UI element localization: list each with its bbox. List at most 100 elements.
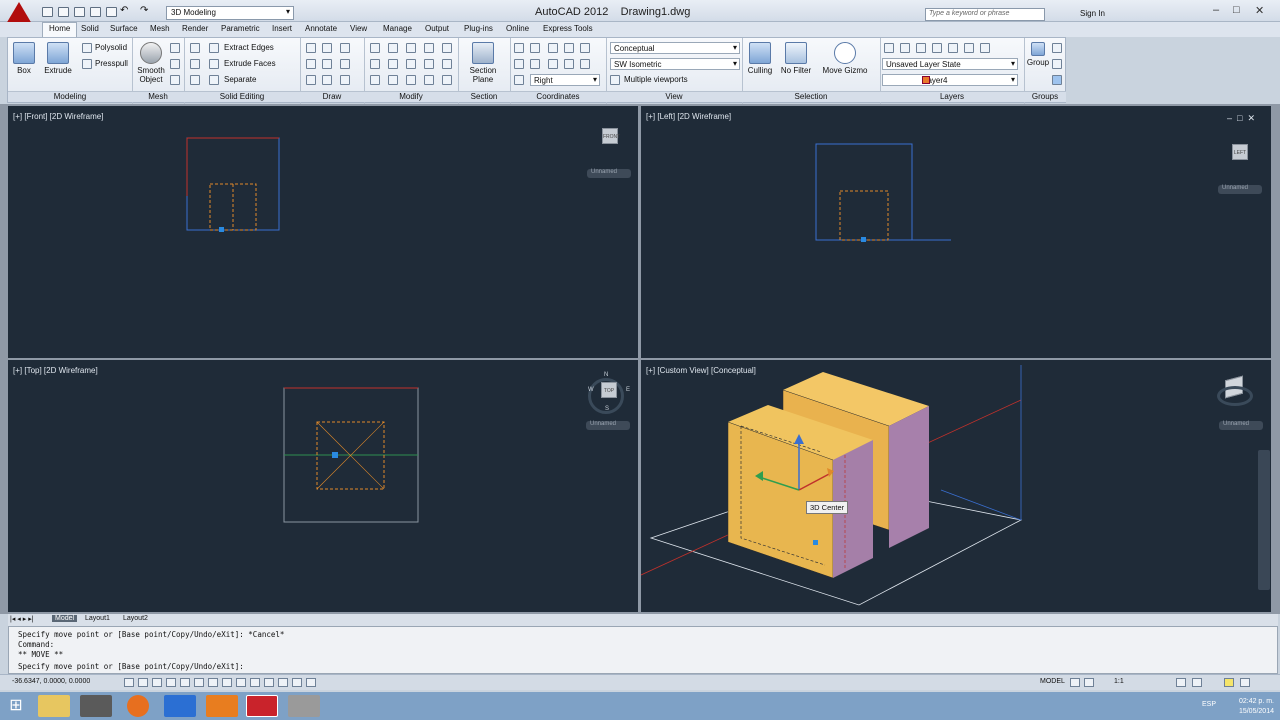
tab-annotate[interactable]: Annotate xyxy=(305,24,337,33)
redo-icon[interactable]: ↷ xyxy=(140,5,148,16)
extrude-faces-button[interactable]: Extrude Faces xyxy=(224,59,276,68)
qp-icon[interactable] xyxy=(278,678,288,687)
custom-viewport[interactable]: [+] [Custom View] [Conceptual] 3D Center… xyxy=(641,360,1271,612)
file-explorer-icon[interactable] xyxy=(38,695,70,717)
quick-view-layouts-icon[interactable] xyxy=(1070,678,1080,687)
line-icon[interactable] xyxy=(306,43,316,53)
modeling-panel-label[interactable]: Modeling xyxy=(8,91,132,102)
draw-panel-label[interactable]: Draw xyxy=(300,91,364,102)
fillet-icon[interactable] xyxy=(442,43,452,53)
clean-screen-icon[interactable] xyxy=(1240,678,1250,687)
layer-tool-icon[interactable] xyxy=(980,43,990,53)
tab-model[interactable]: Model xyxy=(52,615,78,622)
properties-icon[interactable] xyxy=(442,75,452,85)
arc-icon[interactable] xyxy=(340,43,350,53)
subtract-icon[interactable] xyxy=(190,59,200,69)
viewports-button[interactable]: Multiple viewports xyxy=(624,75,688,84)
mesh-tool-icon[interactable] xyxy=(170,75,180,85)
ucs-view-combo[interactable]: Right xyxy=(530,74,600,86)
move-gizmo-button[interactable]: Move Gizmo xyxy=(820,42,870,75)
am-icon[interactable] xyxy=(306,678,316,687)
layer-combo[interactable]: Layer4 xyxy=(882,74,1018,86)
coordinates-panel-label[interactable]: Coordinates xyxy=(510,91,606,102)
group-edit-icon[interactable] xyxy=(1052,59,1062,69)
saveas-icon[interactable] xyxy=(90,7,101,17)
media-player-icon[interactable] xyxy=(206,695,238,717)
command-prompt[interactable]: Specify move point or [Base point/Copy/U… xyxy=(18,662,1268,672)
front-viewport[interactable]: [+] [Front] [2D Wireframe] FRONT Unnamed xyxy=(8,106,638,358)
coordinates-readout[interactable]: -36.6347, 0.0000, 0.0000 xyxy=(12,678,90,685)
tab-plug-ins[interactable]: Plug-ins xyxy=(464,24,493,33)
autocad-taskbar-icon[interactable] xyxy=(246,695,278,717)
layer-state-combo[interactable]: Unsaved Layer State xyxy=(882,58,1018,70)
extrude-button[interactable]: Extrude xyxy=(42,42,74,75)
layer-tool-icon[interactable] xyxy=(916,43,926,53)
explode-icon[interactable] xyxy=(442,59,452,69)
viewcube[interactable]: TOP xyxy=(601,382,617,398)
tab-solid[interactable]: Solid xyxy=(81,24,99,33)
windows-start-icon[interactable]: ⊞ xyxy=(4,695,28,717)
signin-link[interactable]: Sign In xyxy=(1080,9,1105,18)
dyn-icon[interactable] xyxy=(236,678,246,687)
ducs-icon[interactable] xyxy=(222,678,232,687)
line3d-icon[interactable] xyxy=(322,59,332,69)
move-icon[interactable] xyxy=(370,43,380,53)
tab-online[interactable]: Online xyxy=(506,24,529,33)
box-button[interactable]: Box xyxy=(10,42,38,75)
compass-ring[interactable] xyxy=(1217,386,1253,406)
tab-nav-arrows[interactable]: |◂ ◂ ▸ ▸| xyxy=(10,615,34,623)
ucs-x-icon[interactable] xyxy=(548,43,558,53)
ucs-face-icon[interactable] xyxy=(548,59,558,69)
navigation-bar[interactable] xyxy=(1258,450,1270,590)
modify-panel-label[interactable]: Modify xyxy=(364,91,458,102)
layers-panel-label[interactable]: Layers xyxy=(880,91,1024,102)
trim-icon[interactable] xyxy=(406,43,416,53)
tab-layout2[interactable]: Layout2 xyxy=(120,615,151,622)
section-plane-button[interactable]: Section Plane xyxy=(464,42,502,84)
tab-output[interactable]: Output xyxy=(425,24,449,33)
stretch-icon[interactable] xyxy=(370,75,380,85)
tab-render[interactable]: Render xyxy=(182,24,208,33)
view-panel-label[interactable]: View xyxy=(606,91,742,102)
layer-tool-icon[interactable] xyxy=(900,43,910,53)
grid-icon[interactable] xyxy=(138,678,148,687)
visual-style-combo[interactable]: Conceptual xyxy=(610,42,740,54)
viewcube[interactable]: FRONT xyxy=(602,128,620,144)
rotate-icon[interactable] xyxy=(388,43,398,53)
tab-manage[interactable]: Manage xyxy=(383,24,412,33)
no-filter-button[interactable]: No Filter xyxy=(778,42,814,75)
mirror-icon[interactable] xyxy=(424,43,434,53)
ucs-3point-icon[interactable] xyxy=(530,59,540,69)
maximize-icon[interactable]: □ xyxy=(1233,4,1240,16)
circle-icon[interactable] xyxy=(340,59,350,69)
app-icon[interactable] xyxy=(288,695,320,717)
ortho-icon[interactable] xyxy=(152,678,162,687)
scale-icon[interactable] xyxy=(388,59,398,69)
mesh-panel-label[interactable]: Mesh xyxy=(132,91,184,102)
tab-layout1[interactable]: Layout1 xyxy=(82,615,113,622)
smooth-object-button[interactable]: Smooth Object xyxy=(136,42,166,84)
ucs-origin-icon[interactable] xyxy=(514,59,524,69)
3dosnap-icon[interactable] xyxy=(194,678,204,687)
ucs-named-icon[interactable] xyxy=(514,75,524,85)
array-icon[interactable] xyxy=(424,59,434,69)
tab-home[interactable]: Home xyxy=(42,22,78,37)
language-indicator[interactable]: ESP xyxy=(1202,701,1216,708)
annotation-scale[interactable]: 1:1 xyxy=(1114,678,1124,685)
snap-icon[interactable] xyxy=(124,678,134,687)
firefox-icon[interactable] xyxy=(127,695,149,717)
ucs-menu[interactable]: Unnamed xyxy=(587,169,631,178)
polyline-icon[interactable] xyxy=(322,43,332,53)
workspace-combo[interactable]: 3D Modeling xyxy=(166,6,294,20)
presspull-button[interactable]: Presspull xyxy=(95,59,128,68)
ucs-world-icon[interactable] xyxy=(530,43,540,53)
layer-properties-icon[interactable] xyxy=(884,43,894,53)
extract-edges-button[interactable]: Extract Edges xyxy=(224,43,274,52)
undo-icon[interactable]: ↶ xyxy=(120,5,128,16)
groups-panel-label[interactable]: Groups xyxy=(1024,91,1066,102)
spline-icon[interactable] xyxy=(306,59,316,69)
mesh-tool-icon[interactable] xyxy=(170,43,180,53)
viewcube[interactable]: LEFT xyxy=(1232,144,1248,160)
layer-tool-icon[interactable] xyxy=(948,43,958,53)
offset-icon[interactable] xyxy=(406,59,416,69)
